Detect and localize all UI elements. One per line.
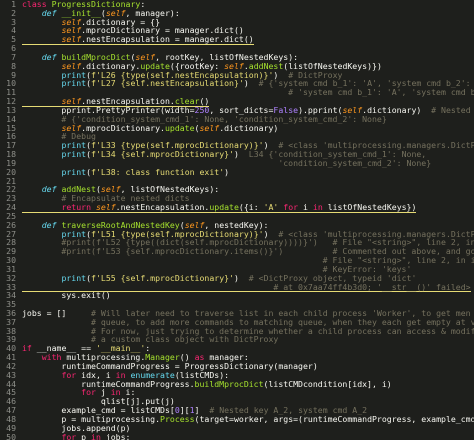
code-text: sys.exit() xyxy=(22,290,111,301)
code-token: self xyxy=(199,122,220,133)
code-token: buildMprocDict xyxy=(194,378,264,389)
code-token: for xyxy=(61,431,82,440)
code-token: (listCMDcondition[idx], i) xyxy=(263,378,392,389)
code-token: sys.exit() xyxy=(22,290,111,301)
code-token: update xyxy=(164,122,195,133)
code-token: ({i: xyxy=(238,202,264,213)
code-token: .dictionary) xyxy=(219,122,279,133)
code-token: (target=worker, args=(runtimeCommandProg… xyxy=(194,413,474,424)
code-token: update xyxy=(209,202,239,213)
code-line[interactable]: 20 print(f'L38: class function exit') xyxy=(0,166,474,177)
code-line[interactable]: 34 sys.exit() xyxy=(0,290,474,301)
code-text: print(f'L38: class function exit') xyxy=(22,166,230,177)
code-token: listOfNestedKeys}) xyxy=(327,202,417,213)
code-token: print xyxy=(61,166,87,177)
code-token: .nestEncapsulation = manager.dict() xyxy=(81,34,254,45)
code-token: Process xyxy=(160,413,195,424)
code-line[interactable]: 5 self.nestEncapsulation = manager.dict(… xyxy=(0,34,474,46)
code-token: for xyxy=(278,202,304,213)
code-token: in xyxy=(91,431,106,440)
code-token: return xyxy=(61,202,96,213)
code-token: self xyxy=(95,202,116,213)
code-token: self xyxy=(61,34,82,45)
code-token: f'L38: class function exit' xyxy=(91,166,225,177)
code-token: jobs: xyxy=(105,431,131,440)
code-token: # Nested keys ignored xyxy=(431,104,471,115)
code-token: in xyxy=(312,202,328,213)
line-number: 50 xyxy=(0,432,18,440)
code-text: for p in jobs: xyxy=(22,431,131,440)
code-token: i xyxy=(303,202,313,213)
code-token: .nestEncapsulation. xyxy=(115,202,210,213)
code-line[interactable]: 50 for p in jobs: xyxy=(0,431,474,440)
code-line[interactable]: 24 return self.nestEncapsulation.update(… xyxy=(0,202,474,213)
code-token: ) xyxy=(224,166,230,177)
code-token: 'A' xyxy=(263,202,279,213)
code-editor[interactable]: 1 class ProgressDictionary: 2 def __init__… xyxy=(0,0,474,440)
code-token: p xyxy=(81,431,92,440)
